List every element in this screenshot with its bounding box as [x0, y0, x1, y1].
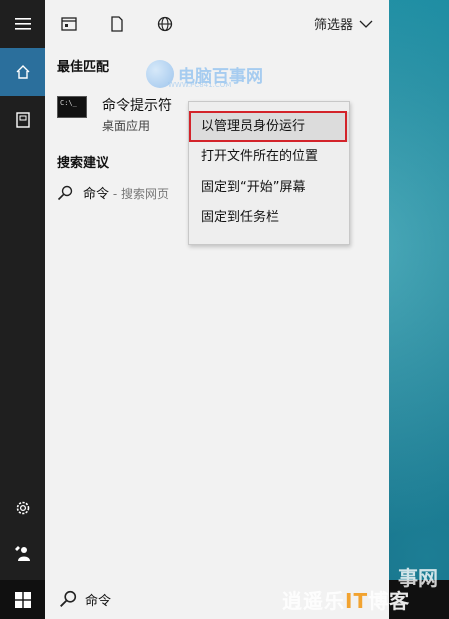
hamburger-icon [14, 18, 31, 30]
home-button[interactable] [0, 48, 45, 96]
search-icon [57, 185, 73, 200]
best-match-title: 命令提示符 [102, 98, 172, 114]
start-rail [0, 0, 45, 580]
globe-icon [157, 16, 173, 32]
suggestion-subtext: - 搜索网页 [109, 187, 169, 201]
home-icon [16, 65, 29, 79]
user-feedback-icon [14, 546, 30, 561]
apps-filter-button[interactable] [59, 14, 79, 34]
documents-button[interactable] [0, 96, 45, 144]
web-filter-button[interactable] [155, 14, 175, 34]
best-match-item[interactable]: C:\_ 命令提示符 桌面应用 [57, 96, 172, 133]
best-match-heading: 最佳匹配 [57, 60, 110, 75]
settings-button[interactable] [0, 484, 45, 532]
search-suggestions-heading: 搜索建议 [57, 156, 110, 171]
suggestion-text: 命令 - 搜索网页 [83, 183, 169, 202]
start-button[interactable] [0, 580, 45, 619]
documents-filter-button[interactable] [107, 14, 127, 34]
bottom-brand-part-a: 逍遥乐 [282, 589, 345, 613]
feedback-button[interactable] [0, 530, 45, 578]
highlight-annotation-box [189, 111, 347, 142]
windows-logo-icon [14, 591, 31, 608]
bottom-watermark-brand: 逍遥乐IT博客 [282, 585, 410, 614]
menu-item-pin-to-start[interactable]: 固定到“开始”屏幕 [189, 173, 349, 203]
best-match-subtitle: 桌面应用 [102, 119, 151, 133]
chevron-down-icon [359, 20, 373, 28]
menu-item-pin-to-taskbar[interactable]: 固定到任务栏 [189, 203, 349, 233]
suggestion-query: 命令 [83, 187, 110, 202]
filter-label: 筛选器 [313, 18, 353, 33]
menu-item-open-file-location[interactable]: 打开文件所在的位置 [189, 142, 349, 172]
web-suggestion-item[interactable]: 命令 - 搜索网页 [57, 183, 169, 202]
document-icon [15, 112, 30, 128]
watermark-url: WWW.PC841.COM [168, 81, 232, 89]
taskbar-search-value: 命令 [85, 594, 112, 609]
file-icon [111, 16, 123, 32]
results-toolbar: 筛选器 [45, 0, 389, 48]
gear-icon [16, 501, 29, 515]
command-prompt-icon: C:\_ [57, 96, 87, 118]
apps-icon [61, 17, 77, 31]
bottom-brand-part-c: 博客 [368, 589, 411, 613]
filter-dropdown[interactable]: 筛选器 [314, 14, 373, 33]
hamburger-menu-button[interactable] [0, 0, 45, 48]
search-icon [60, 590, 77, 607]
bottom-brand-part-b: IT [345, 589, 369, 613]
